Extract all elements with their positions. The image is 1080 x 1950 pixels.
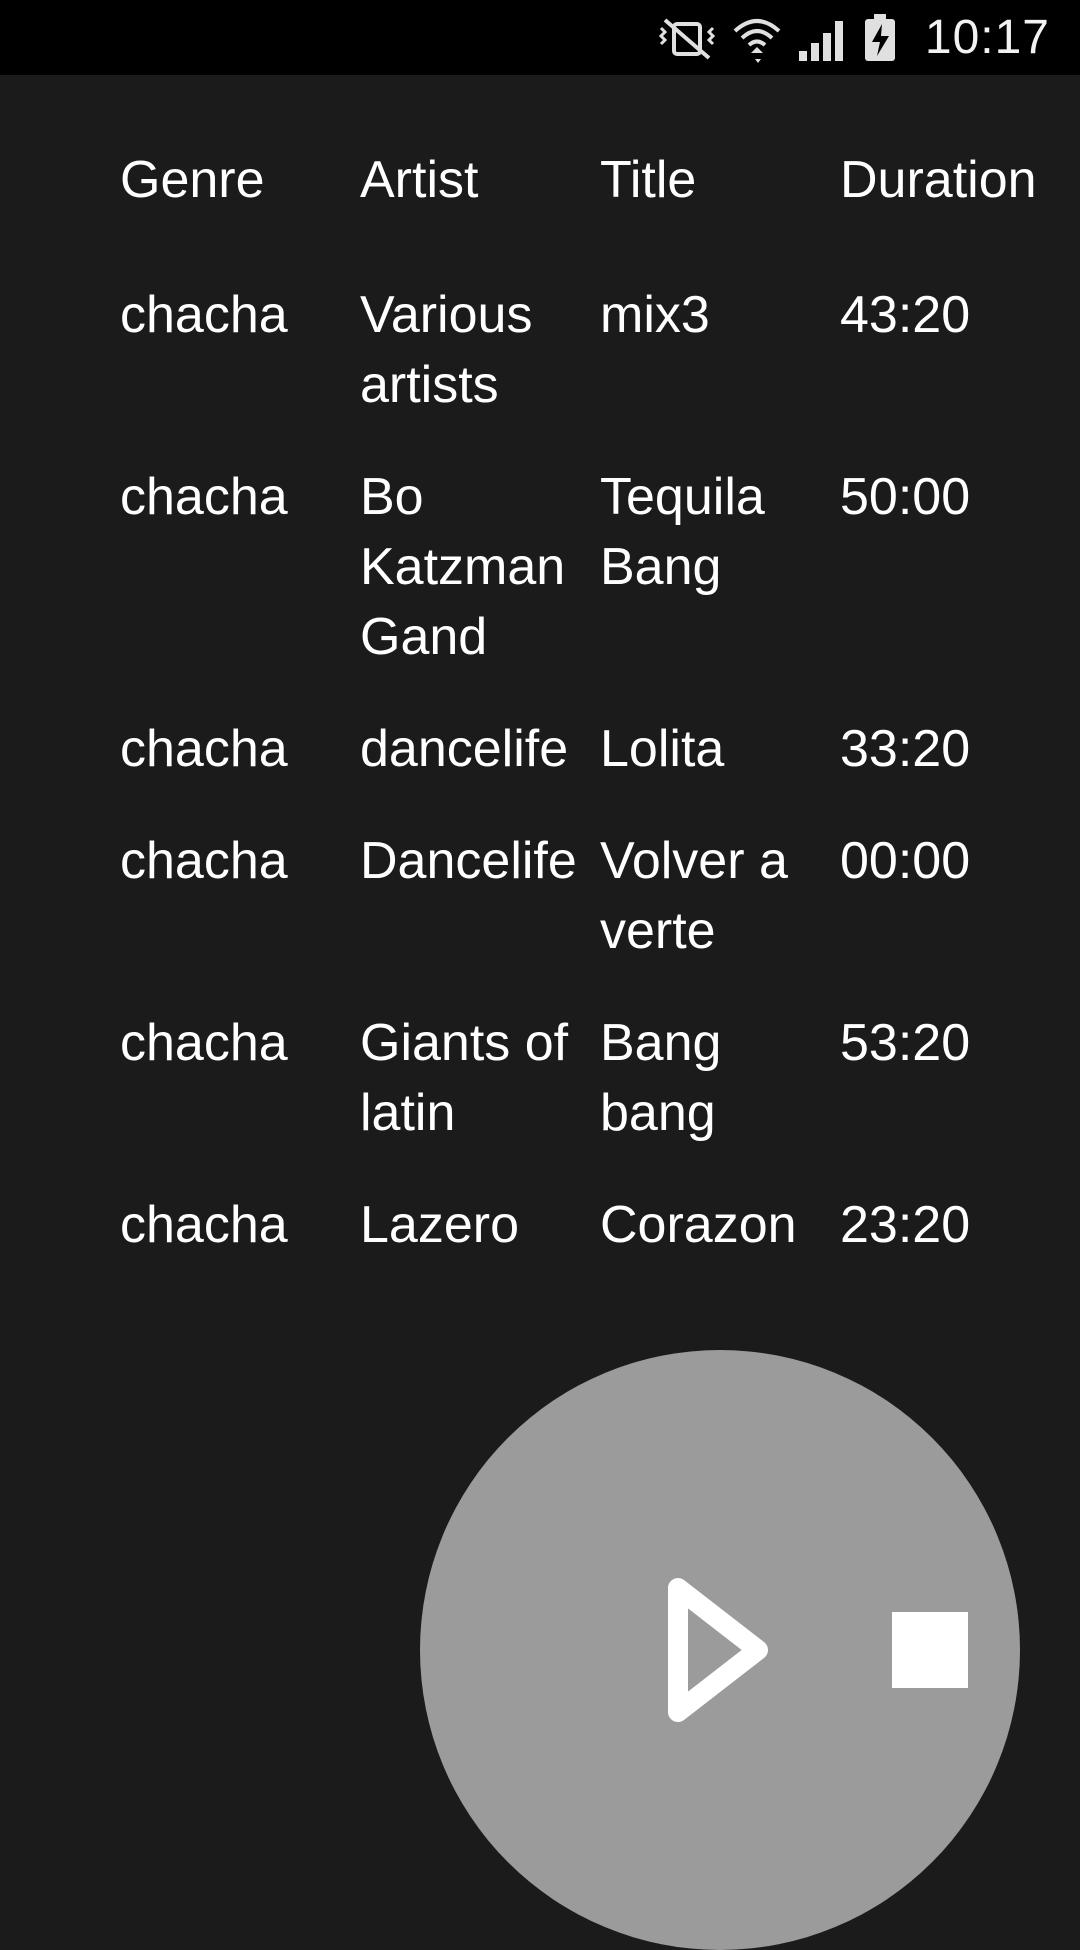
status-icons: 10:17 <box>657 0 1050 75</box>
cell-title: Bang bang <box>600 1014 722 1142</box>
cell-artist: Bo KatzmanGand <box>360 468 566 666</box>
cell-title: Lolita <box>600 720 725 778</box>
status-time: 10:17 <box>924 11 1050 64</box>
cell-duration: 50:00 <box>840 468 971 526</box>
table-header: Genre Artist Title Duration <box>120 140 1080 280</box>
cell-title: Volver a verte <box>600 832 788 960</box>
cell-genre: chacha <box>120 468 288 526</box>
cell-title: Corazon <box>600 1196 797 1254</box>
cell-artist: Various artists <box>360 286 533 414</box>
cell-duration: 00:00 <box>840 832 971 890</box>
table-row[interactable]: chacha Lazero Corazon 23:20 <box>120 1190 1080 1302</box>
stop-button[interactable] <box>890 1610 970 1690</box>
cell-artist: Lazero <box>360 1196 519 1254</box>
play-button[interactable] <box>660 1570 780 1730</box>
table-row[interactable]: chacha Bo KatzmanGand Tequila Bang 50:00 <box>120 462 1080 714</box>
table-row[interactable]: chacha Various artists mix3 43:20 <box>120 280 1080 462</box>
status-bar: 10:17 <box>0 0 1080 75</box>
table-row[interactable]: chacha Giants of latin Bang bang 53:20 <box>120 1008 1080 1190</box>
cell-genre: chacha <box>120 832 288 890</box>
cell-artist: dancelife <box>360 720 569 778</box>
header-duration[interactable]: Duration <box>840 140 1080 280</box>
cell-genre: chacha <box>120 286 288 344</box>
header-artist[interactable]: Artist <box>360 140 600 280</box>
cell-duration: 53:20 <box>840 1014 971 1072</box>
play-icon <box>668 1578 768 1722</box>
table-row[interactable]: chacha Dancelife Volver a verte 00:00 <box>120 826 1080 1008</box>
cell-duration: 43:20 <box>840 286 971 344</box>
stop-icon <box>892 1612 968 1688</box>
cell-title: mix3 <box>600 286 710 344</box>
table-row[interactable]: chacha dancelife Lolita 33:20 <box>120 714 1080 826</box>
cell-genre: chacha <box>120 720 288 778</box>
cell-genre: chacha <box>120 1014 288 1072</box>
cell-duration: 33:20 <box>840 720 971 778</box>
playlist-table: Genre Artist Title Duration chacha Vario… <box>120 140 1080 1302</box>
cell-artist: Giants of latin <box>360 1014 569 1142</box>
cell-title: Tequila Bang <box>600 468 765 596</box>
cell-artist: Dancelife <box>360 832 577 890</box>
battery-charging-icon <box>864 13 895 61</box>
signal-icon <box>798 20 843 61</box>
header-title[interactable]: Title <box>600 140 840 280</box>
wifi-icon <box>733 18 781 63</box>
header-genre[interactable]: Genre <box>120 140 360 280</box>
vibrate-mute-icon <box>658 17 715 60</box>
cell-duration: 23:20 <box>840 1196 971 1254</box>
cell-genre: chacha <box>120 1196 288 1254</box>
